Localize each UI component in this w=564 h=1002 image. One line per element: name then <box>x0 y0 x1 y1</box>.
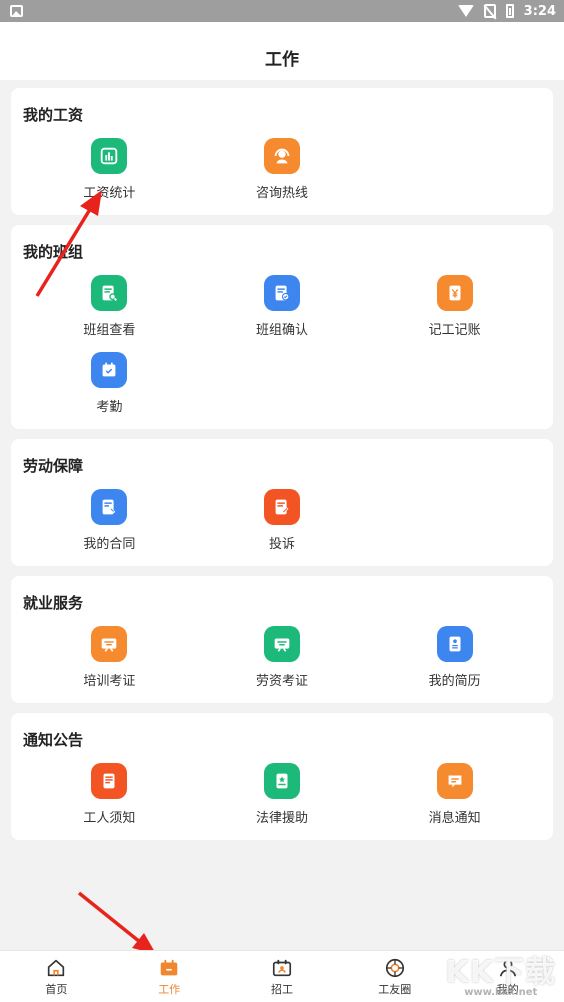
tab-home[interactable]: 首页 <box>0 951 113 1002</box>
header: 工作 <box>0 22 564 80</box>
work-icon <box>160 959 178 975</box>
item-label: 投诉 <box>268 537 295 552</box>
watermark-text: KK下载 <box>445 955 556 990</box>
section-title: 我的工资 <box>23 106 84 124</box>
tab-worker-circle[interactable]: 工友圈 <box>338 951 451 1002</box>
law-book-icon <box>263 763 300 799</box>
watermark: KK下载 www.kkx.net <box>446 947 557 998</box>
training-cert-button[interactable]: 培训考证 <box>23 626 196 689</box>
attendance-button[interactable]: 考勤 <box>23 352 196 415</box>
section-my-salary: 我的工资 工资统计 咨询热线 <box>11 88 553 215</box>
tab-label: 工作 <box>158 982 181 996</box>
bar-chart-icon <box>91 138 128 174</box>
complaint-button[interactable]: 投诉 <box>196 489 369 552</box>
item-label: 劳资考证 <box>255 674 308 689</box>
section-title: 劳动保障 <box>23 457 84 475</box>
annotation-arrow-work-tab <box>77 891 156 954</box>
item-label: 考勤 <box>96 400 123 415</box>
tab-label: 首页 <box>45 982 68 996</box>
status-bar: 3:24 <box>0 0 564 22</box>
section-employment-services: 就业服务 培训考证 劳资考证 我的简历 <box>11 576 553 703</box>
board-icon <box>263 626 300 662</box>
item-label: 记工记账 <box>428 323 481 338</box>
message-notice-button[interactable]: 消息通知 <box>368 763 541 826</box>
circle-icon <box>385 958 404 977</box>
salary-stats-button[interactable]: 工资统计 <box>23 138 196 201</box>
doc-check-icon <box>263 275 300 311</box>
training-icon <box>91 626 128 662</box>
item-label: 培训考证 <box>83 674 136 689</box>
image-icon <box>10 5 23 17</box>
section-title: 我的班组 <box>23 243 84 261</box>
complaint-icon <box>263 489 300 525</box>
calendar-check-icon <box>91 352 128 388</box>
section-labor-protection: 劳动保障 我的合同 投诉 <box>11 439 553 566</box>
my-contract-button[interactable]: 我的合同 <box>23 489 196 552</box>
my-resume-button[interactable]: 我的简历 <box>368 626 541 689</box>
battery-icon <box>505 4 514 18</box>
item-label: 班组确认 <box>255 323 308 338</box>
hotline-button[interactable]: 咨询热线 <box>196 138 369 201</box>
team-view-button[interactable]: 班组查看 <box>23 275 196 338</box>
resume-icon <box>436 626 473 662</box>
item-label: 工资统计 <box>83 186 136 201</box>
team-confirm-button[interactable]: 班组确认 <box>196 275 369 338</box>
doc-search-icon <box>91 275 128 311</box>
no-sim-icon <box>483 4 496 18</box>
message-icon <box>436 763 473 799</box>
item-label: 我的简历 <box>428 674 481 689</box>
tab-work[interactable]: 工作 <box>113 951 226 1002</box>
item-label: 我的合同 <box>83 537 136 552</box>
item-label: 班组查看 <box>83 323 136 338</box>
section-notices: 通知公告 工人须知 法律援助 消息通知 <box>11 713 553 840</box>
contract-icon <box>91 489 128 525</box>
headset-icon <box>263 138 300 174</box>
page-title: 工作 <box>265 49 299 70</box>
notice-doc-icon <box>91 763 128 799</box>
item-label: 消息通知 <box>428 811 481 826</box>
wifi-icon <box>457 5 474 17</box>
legal-aid-button[interactable]: 法律援助 <box>196 763 369 826</box>
item-label: 工人须知 <box>83 811 136 826</box>
work-record-button[interactable]: 记工记账 <box>368 275 541 338</box>
worker-notice-button[interactable]: 工人须知 <box>23 763 196 826</box>
section-title: 就业服务 <box>23 594 84 612</box>
item-label: 法律援助 <box>255 811 308 826</box>
status-time: 3:24 <box>523 3 556 19</box>
section-my-team: 我的班组 班组查看 班组确认 记工记账 考勤 <box>11 225 553 429</box>
tab-label: 工友圈 <box>378 982 412 996</box>
item-label: 咨询热线 <box>255 186 308 201</box>
labor-cert-button[interactable]: 劳资考证 <box>196 626 369 689</box>
yen-icon <box>436 275 473 311</box>
section-title: 通知公告 <box>23 731 84 749</box>
tab-label: 招工 <box>270 982 293 996</box>
home-icon <box>48 959 65 976</box>
content: 我的工资 工资统计 咨询热线 我的班组 班组查看 班组确认 记工记账 考勤 劳动… <box>0 80 564 840</box>
tab-recruit[interactable]: 招工 <box>226 951 339 1002</box>
recruit-icon <box>272 959 292 976</box>
